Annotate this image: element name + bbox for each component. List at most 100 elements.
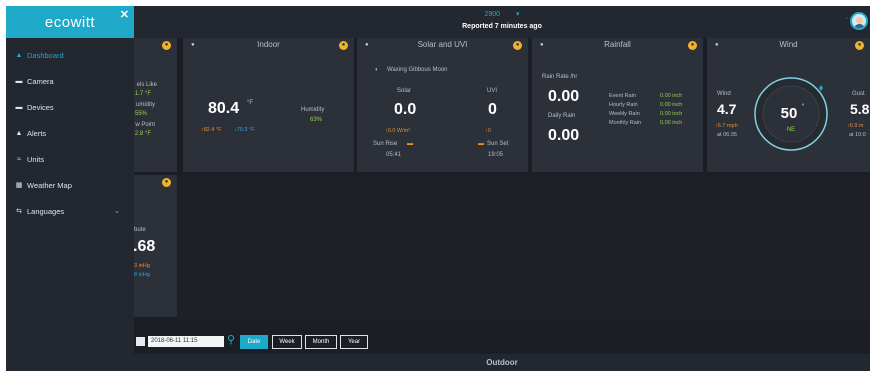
close-sidebar-icon[interactable]: ✕	[120, 8, 129, 21]
wind-direction-degrees: 50	[781, 105, 798, 122]
solar-label: Solar	[397, 88, 412, 94]
card-settings-icon[interactable]: ●	[162, 178, 171, 187]
date-range-bar: 2018-06-11 11:15 ⚲ Date Week Month Year	[134, 320, 870, 354]
pressure-value: .68	[133, 238, 156, 255]
empty-card-area	[177, 175, 870, 320]
sidebar-item-devices[interactable]: ▬ Devices	[6, 94, 134, 120]
gust-label: Gust	[852, 91, 865, 97]
temp-high: ↑82.4 °F	[201, 127, 222, 133]
sidebar-item-units[interactable]: ≈ Units	[6, 146, 134, 172]
card-settings-icon[interactable]: ●	[688, 41, 697, 50]
indoor-temperature: 80.4	[208, 100, 240, 117]
sidebar-item-label: Languages	[27, 206, 65, 216]
sidebar-nav: ▲ Dashboard ▬ Camera ▬ Devices ▲ Alerts …	[6, 42, 134, 224]
monthly-rain-label: Monthly Rain	[609, 120, 642, 126]
wind-direction-name: NE	[787, 127, 795, 133]
daily-rain-value: 0.00	[548, 127, 580, 144]
gust-high-time: at 10:0	[849, 132, 866, 138]
user-avatar[interactable]	[850, 12, 868, 30]
sunrise-icon: ▬	[407, 141, 413, 147]
card-title: Rainfall	[604, 40, 631, 49]
event-rain-value: 0.00 inch	[660, 93, 683, 99]
sunset-icon: ▬	[478, 141, 484, 147]
humidity-label: umidity	[135, 102, 155, 108]
wind-compass: 50 ° NE	[754, 77, 828, 151]
top-bar: 2900 ▾ Reported 7 minutes ago ·	[134, 6, 870, 38]
sunset-time: 19:05	[488, 152, 504, 158]
event-rain-label: Event Rain	[609, 93, 636, 99]
week-button[interactable]: Week	[272, 335, 302, 349]
rainfall-card: ● Rainfall ● Rain Rate /hr 0.00 Daily Ra…	[532, 38, 703, 172]
hourly-rain-value: 0.00 inch	[660, 102, 683, 108]
ecowitt-logo: ecowitt	[44, 13, 96, 31]
station-selector[interactable]: 2900 ▾	[134, 10, 870, 18]
station-name[interactable]: 2900	[484, 11, 500, 18]
reported-status: Reported 7 minutes ago	[462, 23, 542, 30]
pin-icon[interactable]: ●	[191, 38, 195, 52]
devices-icon: ▬	[15, 103, 23, 111]
sidebar-item-label: Dashboard	[27, 50, 64, 60]
month-button[interactable]: Month	[305, 335, 337, 349]
sidebar-item-weather-map[interactable]: ▦ Weather Map	[6, 172, 134, 198]
card-title: Indoor	[257, 40, 280, 49]
bell-icon: ▲	[15, 129, 23, 137]
app-window: ecowitt ✕ ▲ Dashboard ▬ Camera ▬ Devices…	[6, 6, 870, 371]
menu-dots-icon[interactable]: ·	[846, 15, 848, 22]
card-header: ● Wind ●	[707, 38, 870, 52]
sunrise-label: Sun Rise	[373, 141, 398, 147]
card-header: ● Rainfall ●	[532, 38, 703, 52]
pressure-low: 8 inHg	[134, 272, 150, 278]
date-input[interactable]: 2018-06-11 11:15	[148, 336, 224, 347]
solar-value: 0.0	[394, 101, 417, 118]
date-button[interactable]: Date	[240, 335, 268, 349]
pin-icon[interactable]: ●	[715, 38, 719, 52]
dashboard-icon: ▲	[15, 51, 23, 59]
camera-icon: ▬	[15, 77, 23, 85]
map-icon: ▦	[15, 182, 23, 189]
languages-icon: ⇆	[16, 208, 22, 215]
sidebar-item-dashboard[interactable]: ▲ Dashboard	[6, 42, 134, 68]
humidity-label: Humidity	[301, 107, 325, 113]
direction-arrow-icon	[819, 85, 823, 91]
card-settings-icon[interactable]: ●	[855, 41, 864, 50]
card-settings-icon[interactable]: ●	[339, 41, 348, 50]
uvi-label: UVI	[487, 88, 498, 94]
hourly-rain-label: Hourly Rain	[609, 102, 638, 108]
sunrise-time: 05:41	[386, 152, 402, 158]
search-icon[interactable]: ⚲	[227, 333, 235, 346]
outdoor-section-header: Outdoor	[134, 354, 870, 371]
dew-point-label: w Point	[135, 122, 155, 128]
pressure-card: ● bute .68 3 inHg 8 inHg	[133, 175, 177, 317]
wind-high: ↑6.7 mph	[715, 123, 738, 129]
sidebar-item-label: Devices	[27, 102, 54, 112]
card-settings-icon[interactable]: ●	[513, 41, 522, 50]
gust-speed: 5.8	[850, 101, 870, 117]
chevron-down-icon[interactable]: ▾	[516, 11, 520, 18]
weekly-rain-label: Weekly Rain	[609, 111, 640, 117]
moon-phase: Waxing Gibbous Moon	[387, 67, 448, 73]
sidebar-item-camera[interactable]: ▬ Camera	[6, 68, 134, 94]
moon-icon: ◐	[375, 67, 379, 73]
card-settings-icon[interactable]: ●	[162, 41, 171, 50]
card-header: ● Solar and UVI ●	[357, 38, 528, 52]
year-button[interactable]: Year	[340, 335, 368, 349]
dew-point-value: 2.8 °F	[134, 131, 151, 137]
wind-high-time: at 06:35	[717, 132, 737, 138]
pin-icon[interactable]: ●	[365, 38, 369, 52]
logo-bar: ecowitt ✕	[6, 6, 134, 38]
sidebar-item-alerts[interactable]: ▲ Alerts	[6, 120, 134, 146]
uvi-high: ↑0	[485, 128, 491, 134]
pressure-label: bute	[134, 227, 146, 233]
chevron-down-icon[interactable]: ⌄	[114, 207, 120, 215]
pin-icon[interactable]: ●	[540, 38, 544, 52]
feels-like-label: els Like	[136, 82, 157, 88]
sidebar: ecowitt ✕ ▲ Dashboard ▬ Camera ▬ Devices…	[6, 6, 134, 371]
card-title: Solar and UVI	[417, 40, 468, 49]
sidebar-item-languages[interactable]: ⇆ Languages ⌄	[6, 198, 134, 224]
sidebar-item-label: Alerts	[27, 128, 47, 138]
humidity-value: 55%	[134, 111, 147, 117]
wind-label: Wind	[717, 91, 731, 97]
sunset-label: Sun Set	[487, 141, 509, 147]
calendar-icon[interactable]	[136, 337, 145, 346]
solar-high: ↑0.0 W/m²	[385, 128, 411, 134]
